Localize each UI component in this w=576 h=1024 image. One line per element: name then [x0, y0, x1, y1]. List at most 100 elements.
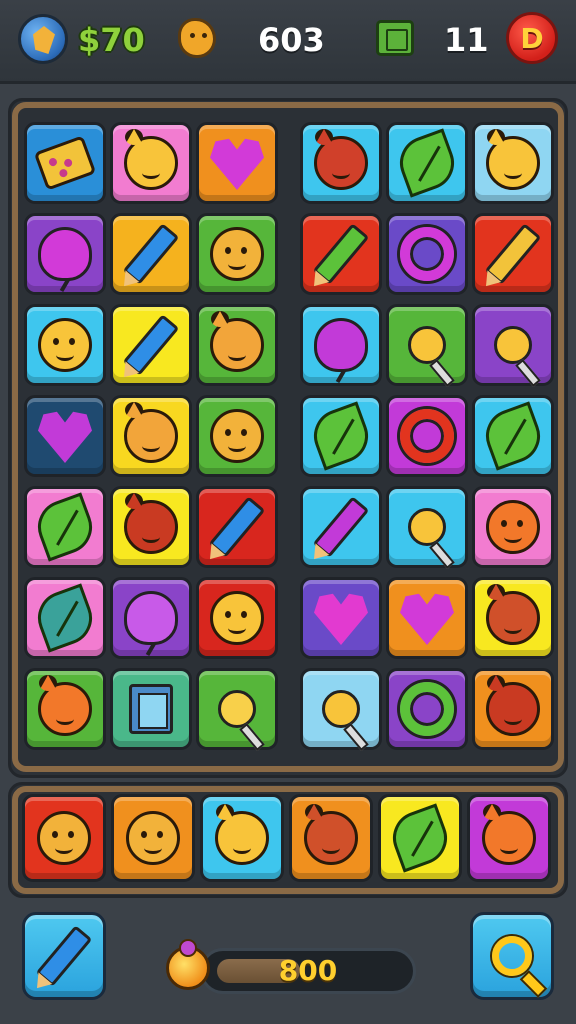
game-tile[interactable]	[300, 668, 382, 750]
cat-face-icon	[124, 493, 178, 554]
balloon-icon	[314, 318, 368, 372]
search-button[interactable]	[470, 912, 554, 1000]
game-tile[interactable]	[196, 213, 278, 295]
game-tile[interactable]	[196, 304, 278, 386]
cat-face-icon	[215, 804, 269, 865]
game-tile[interactable]	[196, 122, 278, 204]
game-tile[interactable]	[289, 794, 373, 882]
game-tile[interactable]	[111, 794, 195, 882]
game-tile[interactable]	[300, 122, 382, 204]
game-tile[interactable]	[386, 304, 468, 386]
face-icon	[210, 227, 264, 281]
game-tile[interactable]	[196, 395, 278, 477]
d-button[interactable]: D	[506, 12, 558, 64]
game-tile[interactable]	[472, 577, 554, 659]
game-tile[interactable]	[110, 486, 192, 568]
lollipop-icon	[494, 326, 532, 364]
game-tile[interactable]	[300, 213, 382, 295]
pencil-icon	[122, 223, 180, 285]
score-counter: 603	[258, 21, 325, 59]
face-icon	[210, 409, 264, 463]
game-tile[interactable]	[24, 213, 106, 295]
search-icon	[492, 936, 532, 976]
game-tile[interactable]	[386, 577, 468, 659]
ring-icon	[400, 227, 454, 281]
face-icon	[37, 811, 91, 865]
bulb-icon	[166, 939, 210, 990]
lollipop-icon	[408, 326, 446, 364]
pencil-button[interactable]	[22, 912, 106, 1000]
face-icon	[486, 500, 540, 554]
lollipop-icon	[218, 690, 256, 728]
game-tile[interactable]	[472, 395, 554, 477]
game-tile[interactable]	[110, 213, 192, 295]
game-tile[interactable]	[110, 668, 192, 750]
book-icon[interactable]	[376, 20, 414, 56]
heart-icon	[314, 593, 368, 645]
game-tile[interactable]	[300, 486, 382, 568]
game-tile[interactable]	[24, 668, 106, 750]
game-tile[interactable]	[300, 577, 382, 659]
board-right-grid	[300, 122, 554, 750]
game-tile[interactable]	[196, 577, 278, 659]
lollipop-icon	[322, 690, 360, 728]
top-bar: $70 603 11 D	[0, 0, 576, 84]
game-tile[interactable]	[200, 794, 284, 882]
game-tile[interactable]	[196, 486, 278, 568]
cat-face-icon	[486, 129, 540, 190]
cat-face-icon	[38, 675, 92, 736]
game-tile[interactable]	[24, 577, 106, 659]
game-tile[interactable]	[110, 395, 192, 477]
game-tile[interactable]	[472, 304, 554, 386]
game-tile[interactable]	[472, 486, 554, 568]
game-tile[interactable]	[24, 395, 106, 477]
globe-icon[interactable]	[18, 14, 68, 64]
game-tile[interactable]	[472, 122, 554, 204]
game-tile[interactable]	[110, 122, 192, 204]
potato-icon	[178, 18, 216, 58]
balloon-icon	[38, 227, 92, 281]
game-tile[interactable]	[467, 794, 551, 882]
game-tile[interactable]	[386, 668, 468, 750]
game-tile[interactable]	[386, 486, 468, 568]
leaf-icon	[392, 128, 462, 198]
game-tile[interactable]	[386, 395, 468, 477]
pencil-icon	[312, 496, 370, 558]
game-tile[interactable]	[24, 304, 106, 386]
heart-icon	[210, 138, 264, 190]
leaf-icon	[30, 492, 100, 562]
level-counter: 11	[444, 21, 489, 59]
balloon-icon	[124, 591, 178, 645]
leaf-icon	[306, 401, 376, 471]
game-tile[interactable]	[300, 395, 382, 477]
game-tile[interactable]	[24, 486, 106, 568]
cat-face-icon	[124, 129, 178, 190]
game-tile[interactable]	[110, 577, 192, 659]
board-left-grid	[24, 122, 278, 750]
lollipop-icon	[408, 508, 446, 546]
game-tile[interactable]	[110, 304, 192, 386]
game-tile[interactable]	[300, 304, 382, 386]
pencil-icon	[208, 496, 266, 558]
leaf-icon	[30, 583, 100, 653]
game-tile[interactable]	[378, 794, 462, 882]
game-tile[interactable]	[24, 122, 106, 204]
pencil-icon	[484, 223, 542, 285]
cat-face-icon	[304, 804, 358, 865]
cat-face-icon	[314, 129, 368, 190]
ring-icon	[400, 682, 454, 736]
heart-icon	[400, 593, 454, 645]
heart-icon	[38, 411, 92, 463]
game-tile[interactable]	[472, 668, 554, 750]
game-tile[interactable]	[386, 122, 468, 204]
game-tile[interactable]	[386, 213, 468, 295]
ring-icon	[400, 409, 454, 463]
cat-face-icon	[210, 311, 264, 372]
game-tile[interactable]	[196, 668, 278, 750]
pencil-icon	[312, 223, 370, 285]
game-tile[interactable]	[22, 794, 106, 882]
leaf-icon	[385, 803, 455, 873]
cat-face-icon	[486, 584, 540, 645]
card-icon	[33, 135, 97, 191]
game-tile[interactable]	[472, 213, 554, 295]
